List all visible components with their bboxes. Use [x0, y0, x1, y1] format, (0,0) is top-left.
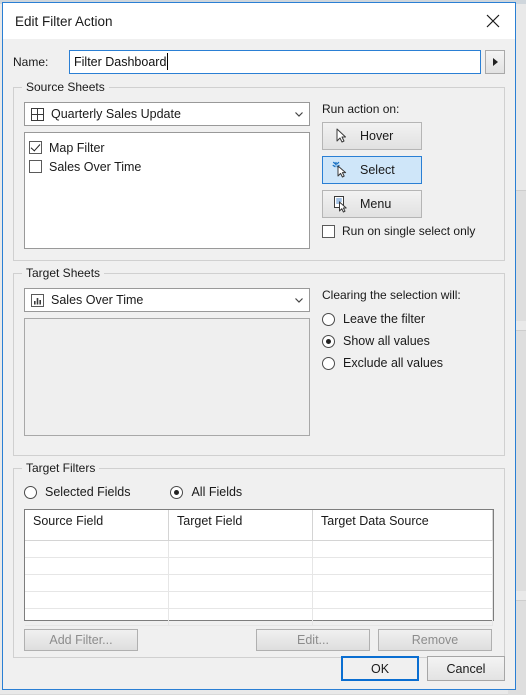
clearing-selection-label: Clearing the selection will:: [322, 288, 461, 302]
column-header-target-data-source[interactable]: Target Data Source: [313, 510, 493, 540]
table-cell: [313, 592, 493, 608]
name-menu-button[interactable]: [485, 50, 505, 74]
source-sheet-value: Quarterly Sales Update: [51, 107, 181, 121]
table-row[interactable]: [25, 558, 493, 575]
scope-option-selected-fields[interactable]: Selected Fields: [24, 481, 130, 503]
radio-icon[interactable]: [170, 485, 184, 499]
source-sheets-legend: Source Sheets: [22, 80, 109, 94]
target-filters-scope-radios: Selected Fields All Fields: [24, 481, 494, 503]
run-single-select-checkbox-row[interactable]: Run on single select only: [322, 224, 494, 238]
target-sheets-legend: Target Sheets: [22, 266, 105, 280]
name-row: Name:: [13, 49, 505, 75]
radio-icon[interactable]: [322, 334, 335, 348]
name-input[interactable]: [69, 50, 481, 74]
run-single-select-label: Run on single select only: [342, 224, 476, 238]
name-input-wrap: [69, 50, 481, 74]
scope-option-selected-fields-label: Selected Fields: [45, 485, 131, 499]
target-sheet-dropdown[interactable]: Sales Over Time: [24, 288, 310, 312]
clearing-option-leave-filter[interactable]: Leave the filter: [322, 308, 494, 330]
list-item-label: Sales Over Time: [49, 159, 142, 174]
column-header-source-field[interactable]: Source Field: [25, 510, 169, 540]
run-action-select-button[interactable]: Select: [322, 156, 422, 184]
clearing-option-exclude-all-values[interactable]: Exclude all values: [322, 352, 494, 374]
run-action-label: Run action on:: [322, 102, 400, 116]
close-icon[interactable]: [471, 3, 515, 39]
clearing-option-show-all-values[interactable]: Show all values: [322, 330, 494, 352]
table-cell: [169, 592, 313, 608]
source-sheets-list[interactable]: Map Filter Sales Over Time: [24, 132, 310, 249]
run-action-menu-label: Menu: [360, 197, 392, 211]
run-action-menu-button[interactable]: Menu: [322, 190, 422, 218]
clearing-option-show-all-values-label: Show all values: [343, 334, 430, 348]
scope-option-all-fields[interactable]: All Fields: [170, 481, 242, 503]
scope-option-all-fields-label: All Fields: [191, 485, 243, 499]
table-cell: [169, 575, 313, 591]
table-header-row: Source Field Target Field Target Data So…: [25, 510, 493, 541]
source-sheets-group: Source Sheets Quarterly Sales Update Map…: [13, 80, 505, 261]
table-cell: [313, 575, 493, 591]
ok-button[interactable]: OK: [341, 656, 419, 681]
chevron-down-icon: [293, 294, 305, 306]
dialog-body: Name: Source Sheets: [3, 39, 515, 689]
checkbox-icon[interactable]: [29, 160, 42, 173]
column-header-target-field[interactable]: Target Field: [169, 510, 313, 540]
table-row[interactable]: [25, 541, 493, 558]
triangle-right-icon: [492, 58, 498, 66]
dashboard-grid-icon: [31, 107, 44, 121]
remove-filter-button[interactable]: Remove: [378, 629, 492, 651]
table-row[interactable]: [25, 609, 493, 626]
table-cell: [313, 558, 493, 574]
list-item[interactable]: Map Filter: [29, 138, 305, 157]
list-item-label: Map Filter: [49, 140, 105, 155]
checkbox-icon[interactable]: [322, 224, 335, 238]
run-action-panel: Run action on: Hover Select Menu Run on …: [310, 102, 494, 252]
list-item[interactable]: Sales Over Time: [29, 157, 305, 176]
name-label: Name:: [13, 55, 49, 69]
cursor-arrow-icon: [332, 127, 350, 145]
target-sheets-list[interactable]: [24, 318, 310, 436]
target-filters-buttons: Add Filter... Edit... Remove: [24, 629, 494, 651]
clearing-selection-panel: Clearing the selection will: Leave the f…: [310, 288, 494, 447]
cancel-button[interactable]: Cancel: [427, 656, 505, 681]
source-sheets-left: Quarterly Sales Update Map Filter Sales …: [24, 102, 310, 252]
clearing-option-leave-filter-label: Leave the filter: [343, 312, 425, 326]
clearing-option-exclude-all-values-label: Exclude all values: [343, 356, 444, 370]
dialog-titlebar: Edit Filter Action: [3, 3, 515, 39]
radio-icon[interactable]: [322, 312, 335, 326]
add-filter-button[interactable]: Add Filter...: [24, 629, 138, 651]
table-cell: [169, 609, 313, 625]
run-action-hover-label: Hover: [360, 129, 394, 143]
table-cell: [25, 558, 169, 574]
checkbox-icon[interactable]: [29, 141, 42, 154]
bar-chart-sheet-icon: [31, 293, 44, 307]
run-action-select-label: Select: [360, 163, 395, 177]
target-filters-table[interactable]: Source Field Target Field Target Data So…: [24, 509, 494, 626]
table-cell: [313, 609, 493, 625]
table-row[interactable]: [25, 575, 493, 592]
target-filters-legend: Target Filters: [22, 461, 100, 475]
table-cell: [313, 541, 493, 557]
target-sheets-left: Sales Over Time: [24, 288, 310, 447]
cursor-menu-icon: [332, 195, 350, 213]
table-cell: [25, 541, 169, 557]
table-cell: [25, 575, 169, 591]
dialog-footer: OK Cancel: [341, 656, 505, 681]
source-sheet-dropdown[interactable]: Quarterly Sales Update: [24, 102, 310, 126]
cursor-select-icon: [332, 161, 350, 179]
dialog-title: Edit Filter Action: [15, 13, 113, 29]
chevron-down-icon: [293, 108, 305, 120]
table-cell: [169, 558, 313, 574]
radio-icon[interactable]: [24, 485, 37, 499]
target-filters-group: Target Filters Selected Fields All Field…: [13, 461, 505, 658]
radio-icon[interactable]: [322, 356, 335, 370]
table-cell: [25, 609, 169, 625]
table-cell: [169, 541, 313, 557]
edit-filter-action-dialog: Edit Filter Action Name: Source Sheets: [2, 2, 516, 690]
table-row[interactable]: [25, 592, 493, 609]
run-action-hover-button[interactable]: Hover: [322, 122, 422, 150]
edit-filter-button[interactable]: Edit...: [256, 629, 370, 651]
target-sheet-value: Sales Over Time: [51, 293, 144, 307]
table-cell: [25, 592, 169, 608]
target-sheets-group: Target Sheets Sales Over Time Clearing t…: [13, 266, 505, 456]
